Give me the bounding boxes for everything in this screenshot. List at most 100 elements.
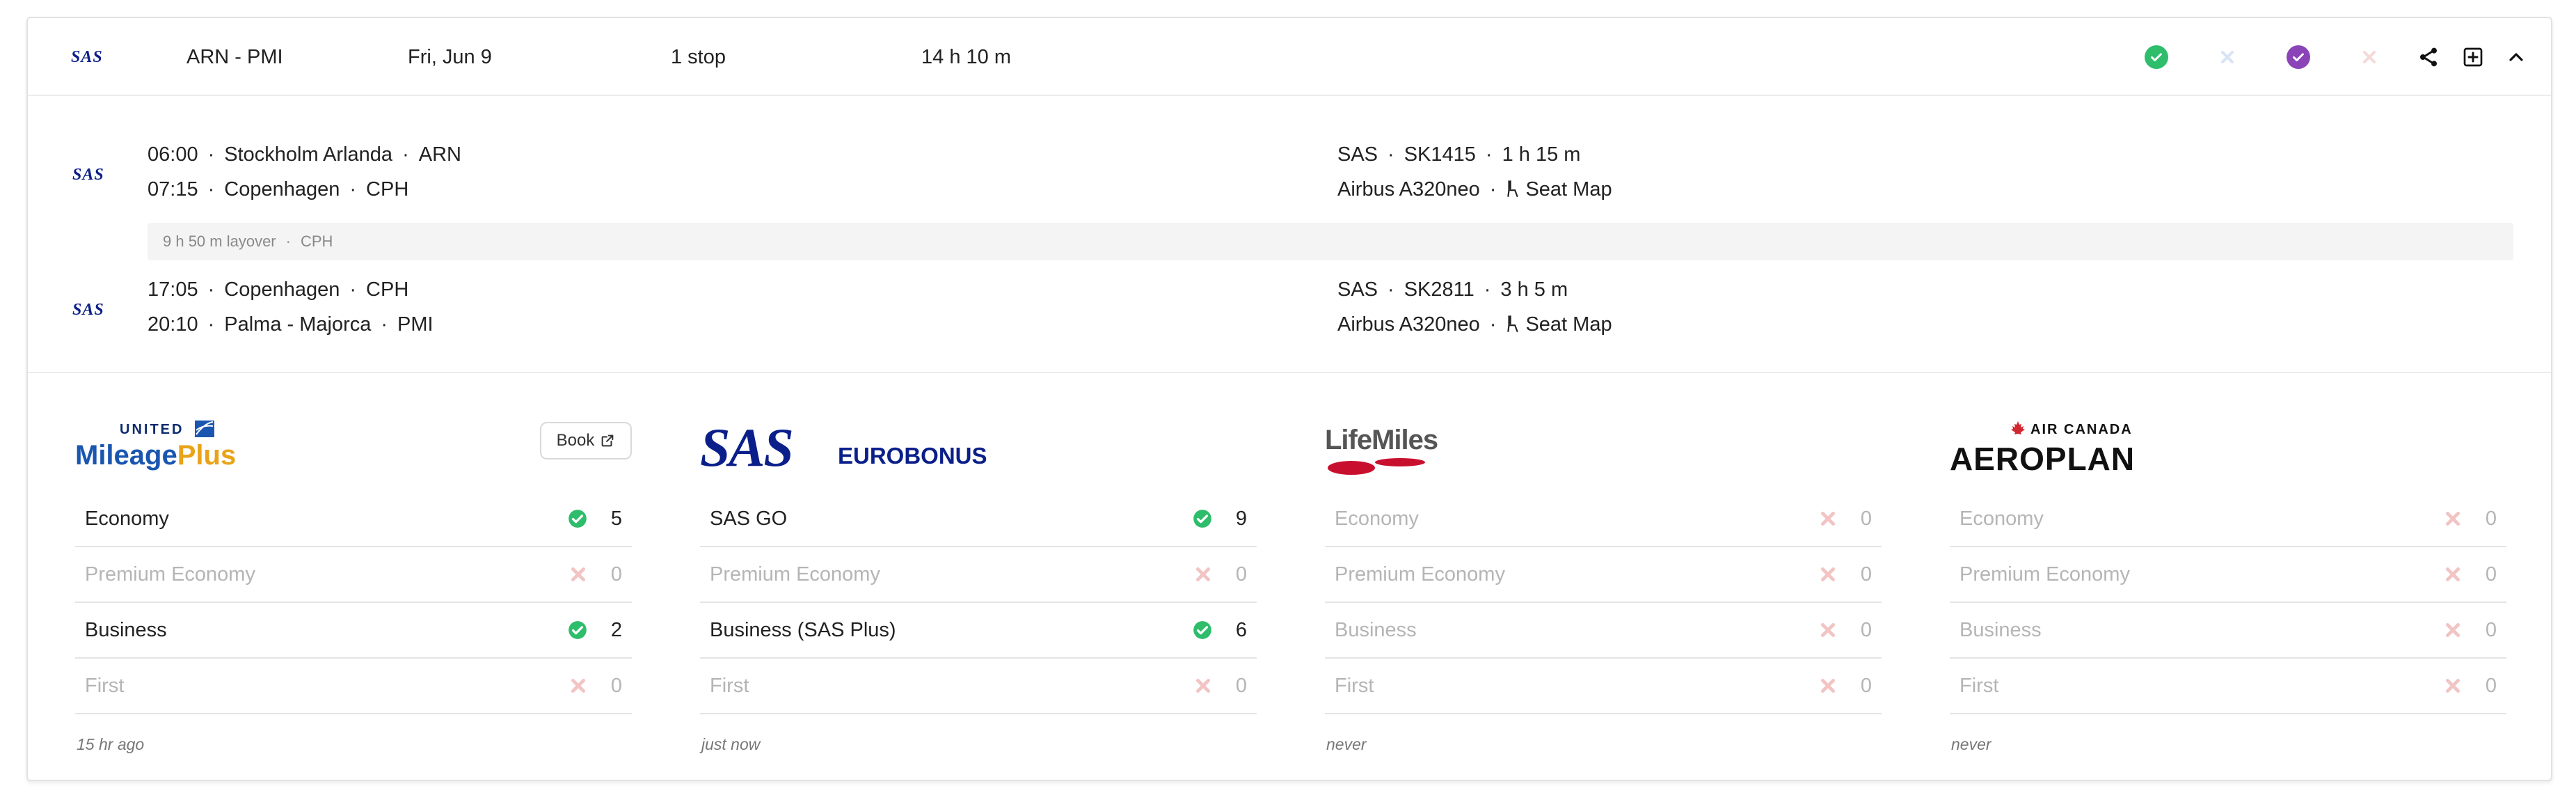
flight-segments: SAS 06:00 · Stockholm Arlanda · ARN 07:15 · Co…	[28, 96, 2551, 373]
plus-square-icon[interactable]	[2458, 18, 2488, 96]
segment-departure: 17:05 · Copenhagen · CPH	[148, 278, 409, 301]
fare-class-label: Business	[85, 618, 167, 641]
fare-class-label: SAS GO	[710, 507, 788, 530]
program-sas-eurobonus: SAS EUROBONUS SAS GO 9 Premium Economy 0 Bus…	[700, 373, 1257, 781]
last-updated-text: never	[1326, 735, 1367, 753]
seat-count: 0	[2485, 507, 2497, 530]
fare-class-row: Business 2	[75, 603, 632, 659]
fare-class-row: SAS GO 9	[700, 492, 1257, 547]
fare-class-label: Premium Economy	[1335, 563, 1505, 586]
layover-banner: 9 h 50 m layover · CPH	[148, 223, 2513, 260]
seat-icon	[1507, 180, 1518, 197]
program-united-mileageplus: UNITED MileagePlus Book Economy 5 Premium …	[75, 373, 632, 781]
check-circle-icon	[569, 510, 587, 528]
seat-count: 0	[2485, 618, 2497, 641]
fare-class-label: First	[1959, 674, 1999, 697]
x-icon	[1820, 622, 1836, 638]
fare-class-list: Economy 0 Premium Economy 0 Business 0 First 0	[1950, 492, 2506, 714]
seat-count: 0	[1860, 563, 1872, 586]
fare-class-row: Economy 0	[1325, 492, 1882, 547]
segment-aircraft: Airbus A320neo · Seat Map	[1337, 313, 1612, 336]
x-icon	[1820, 678, 1836, 693]
fare-class-label: First	[710, 674, 749, 697]
seat-count: 0	[1860, 507, 1872, 530]
segment-flight-info: SAS · SK2811 · 3 h 5 m	[1337, 278, 1568, 301]
seat-map-link[interactable]: Seat Map	[1506, 313, 1612, 336]
x-icon	[1820, 511, 1836, 526]
seat-count: 0	[1860, 618, 1872, 641]
fare-class-row: Business 0	[1325, 603, 1882, 659]
x-icon	[1195, 567, 1211, 582]
seat-count: 0	[610, 674, 622, 697]
segment-arrival: 20:10 · Palma - Majorca · PMI	[148, 313, 434, 336]
book-button[interactable]: Book	[540, 422, 632, 460]
fare-class-row: Economy 0	[1950, 492, 2506, 547]
fare-class-label: Economy	[85, 507, 169, 530]
flight-result-card: SAS ARN - PMI Fri, Jun 9 1 stop 14 h 10 …	[26, 17, 2552, 781]
x-icon	[2358, 45, 2381, 69]
check-circle-icon	[1193, 510, 1211, 528]
share-icon[interactable]	[2413, 18, 2444, 96]
fare-class-label: Premium Economy	[85, 563, 255, 586]
seat-count: 0	[1235, 563, 1247, 586]
x-icon	[2445, 678, 2460, 693]
check-circle-icon	[2145, 45, 2168, 69]
x-icon	[2445, 567, 2460, 582]
date-text: Fri, Jun 9	[408, 45, 492, 68]
sas-eurobonus-logo: SAS EUROBONUS	[700, 417, 987, 478]
seat-count: 2	[610, 618, 622, 641]
fare-class-row: Premium Economy 0	[75, 547, 632, 603]
check-circle-icon	[1193, 621, 1211, 639]
fare-class-row: Business (SAS Plus) 6	[700, 603, 1257, 659]
segment-flight-info: SAS · SK1415 · 1 h 15 m	[1337, 143, 1581, 166]
flight-summary-header[interactable]: SAS ARN - PMI Fri, Jun 9 1 stop 14 h 10 …	[28, 18, 2551, 96]
last-updated-text: 15 hr ago	[77, 735, 145, 753]
x-icon	[2445, 622, 2460, 638]
seat-count: 0	[610, 563, 622, 586]
seat-count: 5	[610, 507, 622, 530]
duration-text: 14 h 10 m	[921, 45, 1011, 68]
seat-count: 0	[2485, 674, 2497, 697]
fare-class-row: First 0	[1950, 659, 2506, 714]
lifemiles-swoosh-icon	[1328, 458, 1425, 475]
route-text: ARN - PMI	[186, 45, 283, 68]
seat-count: 9	[1235, 507, 1247, 530]
program-lifemiles: LifeMiles Economy 0 Premium Economy 0 Busine…	[1325, 373, 1882, 781]
x-icon	[1820, 567, 1836, 582]
fare-class-list: SAS GO 9 Premium Economy 0 Business (SAS Plu…	[700, 492, 1257, 714]
fare-class-row: Premium Economy 0	[1325, 547, 1882, 603]
x-icon	[2445, 511, 2460, 526]
fare-class-label: Economy	[1959, 507, 2044, 530]
segment-arrival: 07:15 · Copenhagen · CPH	[148, 178, 409, 201]
fare-class-row: First 0	[700, 659, 1257, 714]
check-circle-icon	[2287, 45, 2310, 69]
segment-airline-logo: SAS	[72, 301, 104, 319]
fare-class-label: First	[1335, 674, 1374, 697]
fare-class-row: Business 0	[1950, 603, 2506, 659]
fare-class-label: Business (SAS Plus)	[710, 618, 896, 641]
award-programs: UNITED MileagePlus Book Economy 5 Premium …	[28, 373, 2551, 781]
x-icon	[571, 678, 586, 693]
seat-icon	[1507, 315, 1518, 332]
fare-class-list: Economy 5 Premium Economy 0 Business 2 First 0	[75, 492, 632, 714]
fare-class-label: Business	[1959, 618, 2042, 641]
fare-class-row: First 0	[1325, 659, 1882, 714]
maple-leaf-icon	[2011, 421, 2025, 437]
fare-class-label: First	[85, 674, 125, 697]
seat-count: 6	[1235, 618, 1247, 641]
fare-class-label: Premium Economy	[710, 563, 880, 586]
seat-count: 0	[1860, 674, 1872, 697]
airline-logo: SAS	[71, 47, 103, 66]
x-icon	[2216, 45, 2239, 69]
last-updated-text: never	[1951, 735, 1991, 753]
fare-class-label: Premium Economy	[1959, 563, 2130, 586]
seat-count: 0	[2485, 563, 2497, 586]
segment-departure: 06:00 · Stockholm Arlanda · ARN	[148, 143, 461, 166]
fare-class-list: Economy 0 Premium Economy 0 Business 0 First 0	[1325, 492, 1882, 714]
chevron-up-icon[interactable]	[2501, 18, 2531, 96]
fare-class-label: Business	[1335, 618, 1417, 641]
x-icon	[571, 567, 586, 582]
stops-text: 1 stop	[671, 45, 726, 68]
seat-map-link[interactable]: Seat Map	[1506, 178, 1612, 201]
external-link-icon	[602, 434, 614, 447]
